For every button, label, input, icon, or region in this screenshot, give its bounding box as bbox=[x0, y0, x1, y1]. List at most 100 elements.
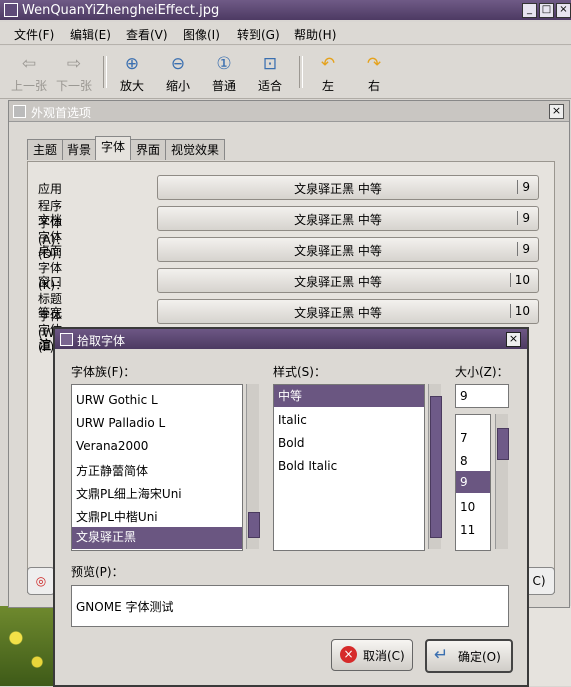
scrollbar-thumb[interactable] bbox=[430, 396, 442, 538]
close-button[interactable]: × bbox=[556, 3, 571, 18]
window-title: WenQuanYiZhengheiEffect.jpg bbox=[22, 3, 220, 18]
zoom-fit-icon: ⊡ bbox=[262, 54, 278, 74]
list-item[interactable]: 文鼎PL细上海宋Uni bbox=[76, 485, 182, 502]
preview-text: GNOME 字体测试 bbox=[76, 600, 174, 614]
list-item[interactable]: 文鼎PL中楷Uni bbox=[76, 508, 158, 525]
application-font-size: 9 bbox=[517, 180, 530, 194]
menu-file[interactable]: 文件(F) bbox=[14, 26, 54, 43]
document-font-name: 文泉驿正黑 中等 bbox=[294, 213, 382, 227]
desktop-font-size: 9 bbox=[517, 242, 530, 256]
size-scrollbar[interactable] bbox=[495, 414, 509, 549]
toolbar-zoom-out-label: 缩小 bbox=[165, 79, 190, 93]
window-title-font-size: 10 bbox=[509, 273, 530, 287]
menu-view[interactable]: 查看(V) bbox=[126, 26, 168, 43]
tab-fonts[interactable]: 字体 bbox=[95, 136, 131, 160]
font-dialog-title: 拾取字体 bbox=[77, 334, 126, 348]
tab-interface[interactable]: 界面 bbox=[130, 139, 166, 160]
style-list[interactable]: 中等 Italic Bold Bold Italic bbox=[273, 384, 425, 551]
list-item[interactable]: 方正静蕾简体 bbox=[76, 462, 148, 479]
preview-label: 预览(P)： bbox=[71, 565, 124, 579]
preview-area[interactable]: GNOME 字体测试 bbox=[71, 585, 509, 627]
menu-edit[interactable]: 编辑(E) bbox=[70, 26, 111, 43]
arrow-left-icon: ⇦ bbox=[21, 54, 37, 74]
list-item[interactable]: Bold bbox=[278, 436, 305, 450]
toolbar-zoom-in-label: 放大 bbox=[119, 79, 144, 93]
toolbar: ⇦ 上一张 ⇨ 下一张 ⊕ 放大 ⊖ 缩小 ① 普通 ⊡ 适合 ↶ 左 ↷ 右 bbox=[0, 46, 571, 99]
window-menu-icon[interactable] bbox=[13, 105, 26, 118]
size-input[interactable]: 9 bbox=[455, 384, 509, 408]
toolbar-rotate-right-button[interactable]: ↷ 右 bbox=[352, 50, 396, 94]
list-item-selected[interactable]: 9 bbox=[456, 471, 490, 493]
desktop-font-button[interactable]: 文泉驿正黑 中等 9 bbox=[157, 237, 539, 262]
desktop-font-name: 文泉驿正黑 中等 bbox=[294, 244, 382, 258]
appearance-title: 外观首选项 bbox=[31, 106, 92, 120]
list-item[interactable]: 11 bbox=[460, 523, 475, 537]
toolbar-prev-button[interactable]: ⇦ 上一张 bbox=[7, 50, 51, 94]
cancel-button[interactable]: × 取消(C) bbox=[331, 639, 413, 671]
monospace-font-size: 10 bbox=[509, 304, 530, 318]
application-font-button[interactable]: 文泉驿正黑 中等 9 bbox=[157, 175, 539, 200]
toolbar-separator bbox=[103, 56, 107, 88]
zoom-out-icon: ⊖ bbox=[170, 54, 186, 74]
tab-visual-effects[interactable]: 视觉效果 bbox=[165, 139, 225, 160]
list-item-selected[interactable]: 文泉驿正黑 bbox=[72, 527, 242, 549]
side-panel-fragment bbox=[525, 606, 571, 686]
maximize-button[interactable]: □ bbox=[539, 3, 554, 18]
menu-go[interactable]: 转到(G) bbox=[237, 26, 280, 43]
list-item[interactable]: Bold Italic bbox=[278, 459, 337, 473]
size-list[interactable]: 7 8 9 10 11 bbox=[455, 414, 491, 551]
monospace-font-name: 文泉驿正黑 中等 bbox=[294, 306, 382, 320]
monospace-font-button[interactable]: 文泉驿正黑 中等 10 bbox=[157, 299, 539, 324]
main-title-bar[interactable]: WenQuanYiZhengheiEffect.jpg _ □ × bbox=[0, 0, 571, 20]
background-photo bbox=[0, 606, 53, 686]
menu-image[interactable]: 图像(I) bbox=[183, 26, 220, 43]
list-item[interactable]: 7 bbox=[460, 431, 468, 445]
size-input-value: 9 bbox=[460, 389, 468, 403]
toolbar-rotate-left-button[interactable]: ↶ 左 bbox=[306, 50, 350, 94]
close-icon[interactable]: × bbox=[549, 104, 564, 119]
application-font-name: 文泉驿正黑 中等 bbox=[294, 182, 382, 196]
minimize-button[interactable]: _ bbox=[522, 3, 537, 18]
tab-background[interactable]: 背景 bbox=[62, 139, 96, 160]
ok-button[interactable]: ↵ 确定(O) bbox=[425, 639, 513, 673]
rotate-right-icon: ↷ bbox=[366, 54, 382, 74]
menu-help[interactable]: 帮助(H) bbox=[294, 26, 336, 43]
toolbar-zoom-in-button[interactable]: ⊕ 放大 bbox=[110, 50, 154, 94]
tab-theme[interactable]: 主题 bbox=[27, 139, 63, 160]
window-menu-icon[interactable] bbox=[4, 3, 18, 17]
list-item-selected[interactable]: 中等 bbox=[274, 385, 424, 407]
close-icon[interactable]: × bbox=[506, 332, 521, 347]
rotate-left-icon: ↶ bbox=[320, 54, 336, 74]
toolbar-prev-label: 上一张 bbox=[10, 79, 47, 93]
family-list[interactable]: URW Gothic L URW Palladio L Verana2000 方… bbox=[71, 384, 243, 551]
font-dialog-title-bar[interactable]: 拾取字体 × bbox=[55, 329, 527, 349]
document-font-button[interactable]: 文泉驿正黑 中等 9 bbox=[157, 206, 539, 231]
scrollbar-thumb[interactable] bbox=[497, 428, 509, 460]
window-title-font-button[interactable]: 文泉驿正黑 中等 10 bbox=[157, 268, 539, 293]
family-scrollbar[interactable] bbox=[246, 384, 260, 549]
list-item[interactable]: Italic bbox=[278, 413, 307, 427]
cancel-label: 取消(C) bbox=[363, 649, 405, 663]
scrollbar-thumb[interactable] bbox=[248, 512, 260, 538]
toolbar-zoom-normal-button[interactable]: ① 普通 bbox=[202, 50, 246, 94]
window-menu-icon[interactable] bbox=[60, 333, 73, 346]
toolbar-zoom-fit-button[interactable]: ⊡ 适合 bbox=[248, 50, 292, 94]
menu-bar: 文件(F) 编辑(E) 查看(V) 图像(I) 转到(G) 帮助(H) bbox=[0, 22, 571, 45]
family-label: 字体族(F)： bbox=[71, 365, 136, 379]
toolbar-rotate-left-label: 左 bbox=[321, 79, 334, 93]
zoom-in-icon: ⊕ bbox=[124, 54, 140, 74]
list-item[interactable]: Verana2000 bbox=[76, 439, 148, 453]
help-icon[interactable]: ◎ bbox=[27, 567, 55, 595]
zoom-normal-icon: ① bbox=[216, 54, 232, 74]
window-title-font-name: 文泉驿正黑 中等 bbox=[294, 275, 382, 289]
list-item[interactable]: URW Gothic L bbox=[76, 393, 158, 407]
list-item[interactable]: 8 bbox=[460, 454, 468, 468]
list-item[interactable]: URW Palladio L bbox=[76, 416, 165, 430]
appearance-title-bar[interactable]: 外观首选项 × bbox=[9, 101, 569, 122]
toolbar-zoom-fit-label: 适合 bbox=[257, 79, 282, 93]
font-picker-dialog: 拾取字体 × 字体族(F)： 样式(S)： 大小(Z)： URW Gothic … bbox=[53, 327, 529, 687]
toolbar-next-button[interactable]: ⇨ 下一张 bbox=[52, 50, 96, 94]
toolbar-zoom-out-button[interactable]: ⊖ 缩小 bbox=[156, 50, 200, 94]
style-scrollbar[interactable] bbox=[428, 384, 442, 549]
list-item[interactable]: 10 bbox=[460, 500, 475, 514]
